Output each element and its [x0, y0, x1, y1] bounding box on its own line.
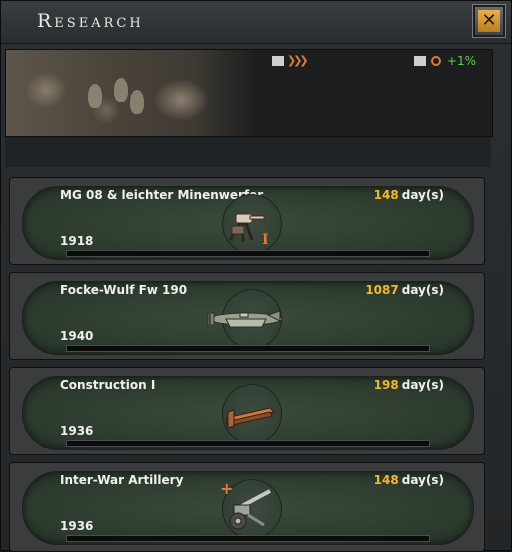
clock-icon [430, 56, 441, 66]
tech-year: 1918 [60, 234, 94, 248]
artillery-icon: + [212, 477, 286, 539]
speed-arrows-icon: ❯❯❯ [287, 54, 309, 67]
research-bonus[interactable]: +1% [413, 54, 476, 68]
scientists-photo [6, 50, 256, 136]
research-progress-bar [66, 250, 430, 257]
research-duration: 1087 day(s) [365, 283, 444, 297]
days-value: 1087 [365, 283, 399, 297]
close-icon: ✕ [478, 10, 500, 32]
research-duration: 198 day(s) [374, 378, 444, 392]
tech-name: Focke-Wulf Fw 190 [60, 283, 188, 297]
research-slot-icon [413, 56, 426, 66]
tech-level-badge: I [262, 232, 269, 248]
research-slot[interactable]: MG 08 & leichter Minenwerfer 148 day(s) I… [9, 177, 485, 265]
days-unit: day(s) [401, 378, 444, 392]
tech-year: 1936 [60, 424, 94, 438]
banner-footer [5, 137, 491, 167]
research-slot-icon [272, 55, 284, 66]
tech-bonus-badge: + [220, 479, 234, 498]
tech-year: 1936 [60, 519, 94, 533]
research-banner: ❯❯❯ +1% [5, 49, 493, 137]
research-progress-bar [66, 535, 430, 542]
research-progress-bar [66, 345, 430, 352]
days-value: 148 [373, 188, 399, 202]
research-slot[interactable]: Focke-Wulf Fw 190 1087 day(s) 1940 [9, 272, 485, 360]
days-value: 148 [373, 473, 399, 487]
research-duration: 148 day(s) [374, 188, 444, 202]
steel-beam-icon [212, 382, 286, 444]
fighter-plane-icon [207, 287, 286, 349]
title-bar: Research ✕ [1, 1, 511, 44]
research-slot[interactable]: Construction I 198 day(s) 1936 [9, 367, 485, 455]
days-unit: day(s) [401, 283, 444, 297]
research-slot[interactable]: Inter-War Artillery 148 day(s) + 1936 [9, 462, 485, 552]
days-unit: day(s) [401, 473, 444, 487]
days-value: 198 [373, 378, 399, 392]
research-progress-bar [66, 440, 430, 447]
close-button[interactable]: ✕ [472, 4, 506, 38]
research-duration: 148 day(s) [374, 473, 444, 487]
research-panel: Research ✕ ❯❯❯ +1% MG 08 & leichter Mine… [0, 0, 512, 552]
research-speed-indicator[interactable]: ❯❯❯ [272, 54, 309, 67]
tech-name: Inter-War Artillery [60, 473, 184, 487]
window-title: Research [37, 10, 144, 32]
tech-year: 1940 [60, 329, 94, 343]
tech-name: Construction I [60, 378, 156, 392]
days-unit: day(s) [401, 188, 444, 202]
bonus-value: +1% [446, 54, 476, 68]
machine-gun-icon: I [212, 192, 286, 254]
